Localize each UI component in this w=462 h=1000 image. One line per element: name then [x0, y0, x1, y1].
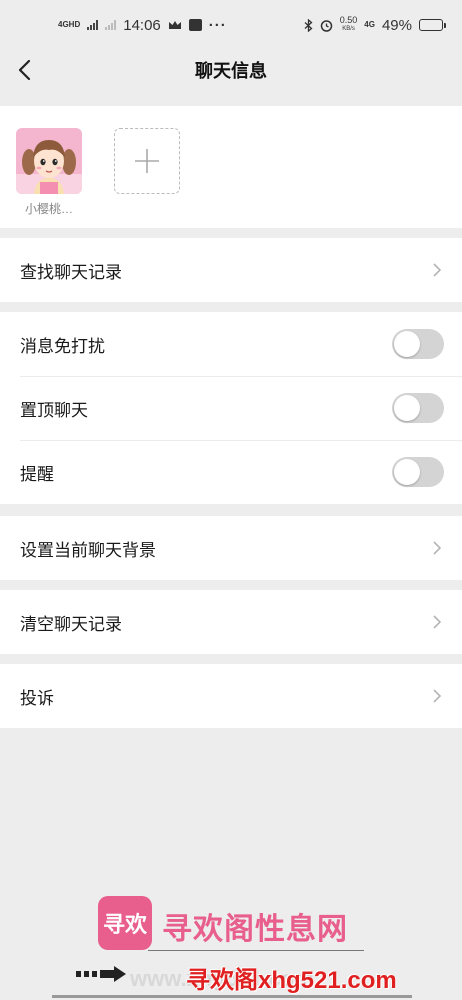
pin-chat-item: 置顶聊天 — [0, 376, 462, 440]
network-type-label-2: 4G — [364, 20, 375, 29]
status-time: 14:06 — [123, 16, 161, 34]
network-speed: 0.50 KB/s — [340, 16, 358, 34]
chat-members-section: 小樱桃… — [0, 106, 462, 228]
cartoon-girl-avatar-image — [16, 128, 82, 194]
complain-label: 投诉 — [20, 688, 54, 708]
complain-group: 投诉 — [0, 664, 462, 728]
battery-percent: 49% — [381, 16, 412, 34]
page-title: 聊天信息 — [195, 61, 267, 81]
set-chat-background-label: 设置当前聊天背景 — [20, 540, 156, 560]
member-item[interactable]: 小樱桃… — [16, 128, 82, 228]
status-right: 0.50 KB/s 4G 49% — [304, 16, 446, 34]
plus-icon — [135, 149, 159, 173]
clear-chat-history-label: 清空聊天记录 — [20, 614, 122, 634]
search-history-group: 查找聊天记录 — [0, 238, 462, 302]
chevron-right-icon — [433, 263, 442, 277]
chevron-left-icon — [18, 59, 31, 81]
status-left: 4GHD 14:06 ··· — [58, 17, 227, 34]
remind-item: 提醒 — [0, 440, 462, 504]
battery-icon — [419, 19, 446, 31]
set-chat-background-item[interactable]: 设置当前聊天背景 — [0, 516, 462, 580]
alarm-icon — [320, 19, 333, 32]
bluetooth-icon — [304, 18, 313, 32]
crown-icon — [168, 21, 181, 29]
pin-chat-toggle[interactable] — [392, 393, 444, 423]
network-speed-unit: KB/s — [342, 26, 355, 32]
mute-notifications-label: 消息免打扰 — [20, 336, 105, 356]
avatar — [16, 128, 82, 194]
network-speed-value: 0.50 — [339, 15, 358, 25]
mute-notifications-toggle[interactable] — [392, 329, 444, 359]
add-member-button[interactable] — [114, 128, 180, 194]
clear-chat-history-item[interactable]: 清空聊天记录 — [0, 590, 462, 654]
watermark-logo: 寻欢 — [98, 896, 152, 950]
pin-chat-label: 置顶聊天 — [20, 400, 88, 420]
watermark-divider — [148, 950, 364, 951]
background-group: 设置当前聊天背景 — [0, 516, 462, 580]
search-chat-history-label: 查找聊天记录 — [20, 262, 122, 282]
chevron-right-icon — [433, 689, 442, 703]
member-name: 小樱桃… — [24, 202, 73, 216]
clear-history-group: 清空聊天记录 — [0, 590, 462, 654]
watermark-url: 寻欢阁xhg521.com — [186, 967, 397, 994]
remind-toggle[interactable] — [392, 457, 444, 487]
chevron-right-icon — [433, 615, 442, 629]
watermark: 寻欢 寻欢阁性息网 www.xhg521.com 寻欢阁xhg521.com — [0, 890, 462, 1000]
search-chat-history-item[interactable]: 查找聊天记录 — [0, 238, 462, 302]
signal-strength-sim2-icon — [105, 20, 117, 30]
remind-label: 提醒 — [20, 464, 54, 484]
mute-notifications-item: 消息免打扰 — [0, 312, 462, 376]
more-notifications-icon: ··· — [208, 16, 227, 34]
network-type-label: 4GHD — [58, 20, 81, 29]
arrow-right-icon — [76, 966, 126, 982]
message-notification-icon — [188, 19, 202, 31]
status-bar: 4GHD 14:06 ··· 0.50 KB/s 4G 49% — [0, 0, 462, 50]
chevron-right-icon — [433, 541, 442, 555]
navigation-bar: 聊天信息 — [0, 50, 462, 90]
home-indicator — [52, 995, 412, 998]
watermark-title: 寻欢阁性息网 — [162, 913, 348, 946]
back-button[interactable] — [12, 54, 36, 86]
complain-item[interactable]: 投诉 — [0, 664, 462, 728]
signal-strength-icon — [87, 20, 99, 30]
chat-settings-group: 消息免打扰 置顶聊天 提醒 — [0, 312, 462, 504]
